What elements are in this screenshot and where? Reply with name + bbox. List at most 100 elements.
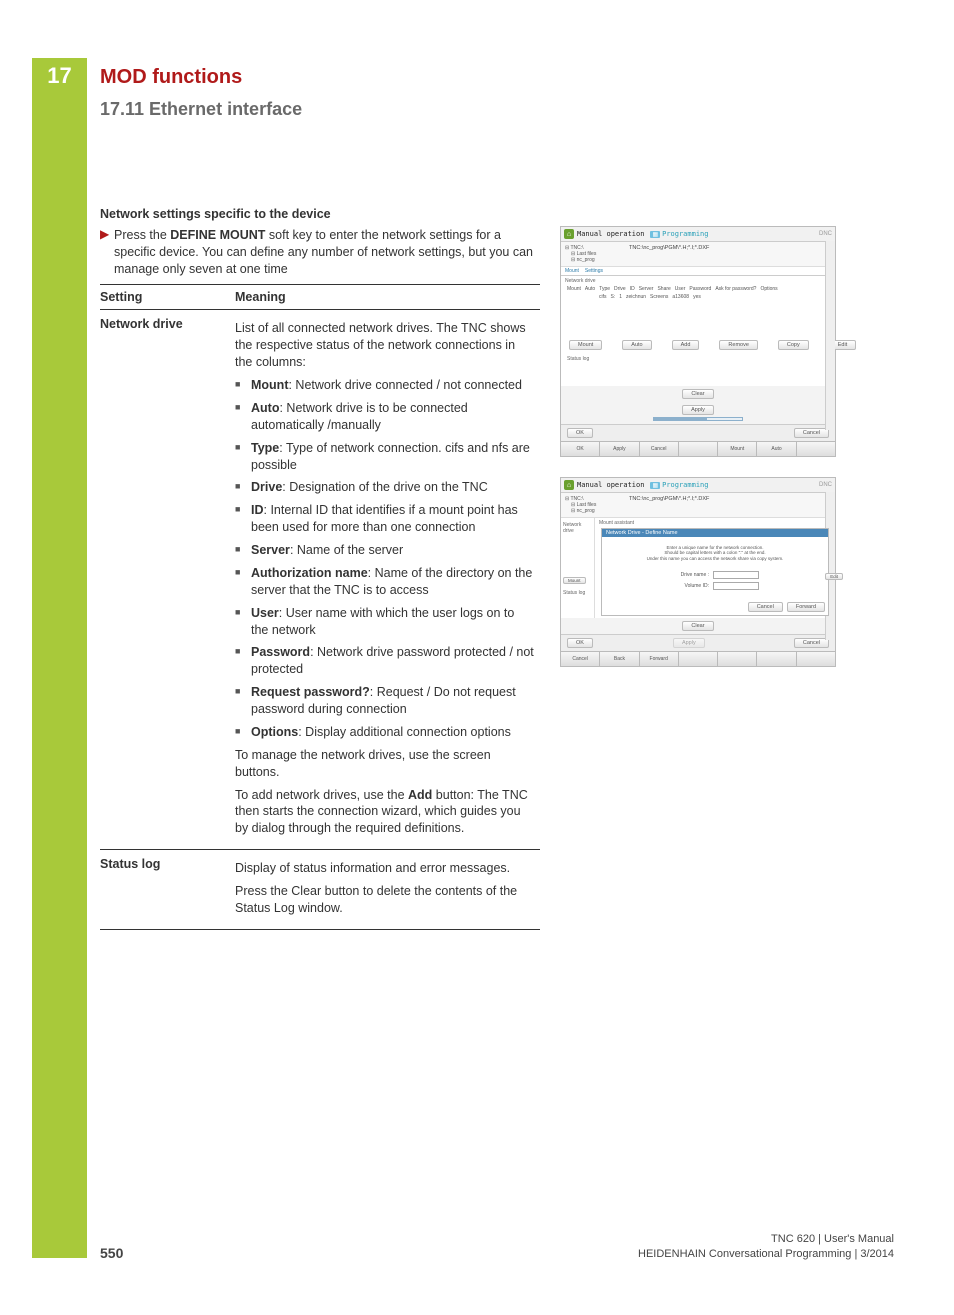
intro-text: Press the DEFINE MOUNT soft key to enter… bbox=[114, 227, 540, 278]
list-item: ■Authorization name: Name of the directo… bbox=[235, 565, 534, 599]
clear-button[interactable]: Clear bbox=[682, 621, 713, 631]
auto-button[interactable]: Auto bbox=[622, 340, 651, 350]
nd-intro: List of all connected network drives. Th… bbox=[235, 320, 534, 371]
footer-right: TNC 620 | User's Manual HEIDENHAIN Conve… bbox=[638, 1232, 894, 1261]
apply-button[interactable]: Apply bbox=[682, 405, 714, 415]
softkey[interactable]: Back bbox=[600, 652, 639, 666]
programming-icon: ▦ bbox=[650, 231, 660, 238]
cancel-button[interactable]: Cancel bbox=[794, 428, 829, 438]
softkey[interactable] bbox=[797, 652, 835, 666]
list-item: ■ID: Internal ID that identifies if a mo… bbox=[235, 502, 534, 536]
list-item: ■Password: Network drive password protec… bbox=[235, 644, 534, 678]
intro-pre: Press the bbox=[114, 228, 170, 242]
tab-mount[interactable]: Mount bbox=[565, 268, 579, 274]
remove-button[interactable]: Remove bbox=[719, 340, 757, 350]
list-item: ■Mount: Network drive connected / not co… bbox=[235, 377, 534, 394]
file-tree: ⊟ TNC:\ ⊟ Last files ⊟ nc_prog bbox=[565, 496, 627, 514]
side-green-bar bbox=[32, 58, 87, 1258]
ok-button[interactable]: OK bbox=[567, 428, 593, 438]
softkey[interactable] bbox=[679, 442, 718, 456]
col: Options bbox=[760, 286, 777, 292]
volume-id-field: Volume ID: bbox=[608, 582, 822, 590]
clear-button[interactable]: Clear bbox=[682, 389, 713, 399]
nd-bullet-list: ■Mount: Network drive connected / not co… bbox=[235, 377, 534, 741]
list-item: ■Request password?: Request / Do not req… bbox=[235, 684, 534, 718]
add-button[interactable]: Add bbox=[672, 340, 700, 350]
sl-p2: Press the Clear button to delete the con… bbox=[235, 883, 534, 917]
cell: a13608 bbox=[672, 294, 689, 300]
mount-button[interactable]: Mount bbox=[563, 577, 586, 584]
list-item: ■Drive: Designation of the drive on the … bbox=[235, 479, 534, 496]
drive-name-input[interactable] bbox=[713, 571, 759, 579]
field-label: Drive name : bbox=[671, 572, 709, 578]
sl-p1: Display of status information and error … bbox=[235, 860, 534, 877]
cancel-button[interactable]: Cancel bbox=[794, 638, 829, 648]
wizard-hint: Enter a unique name for the network conn… bbox=[608, 545, 822, 561]
list-item: ■Auto: Network drive is to be connected … bbox=[235, 400, 534, 434]
col: ID bbox=[630, 286, 635, 292]
copy-button[interactable]: Copy bbox=[778, 340, 809, 350]
softkey[interactable] bbox=[718, 652, 757, 666]
cell: cifs bbox=[599, 294, 607, 300]
softkey[interactable]: Cancel bbox=[640, 442, 679, 456]
cell: 1 bbox=[619, 294, 622, 300]
softkey[interactable]: Auto bbox=[757, 442, 796, 456]
list-item: ■Type: Type of network connection. cifs … bbox=[235, 440, 534, 474]
clear-row: Clear bbox=[561, 386, 835, 402]
chapter-title: MOD functions bbox=[100, 66, 302, 89]
term: User bbox=[251, 606, 279, 620]
dnc-label: DNC bbox=[819, 231, 832, 237]
wizard-forward-button[interactable]: Forward bbox=[787, 602, 825, 612]
screenshot-mount-setup: ⌂ Manual operation ▦ Programming DNC ⊟ T… bbox=[560, 226, 836, 457]
headings-block: MOD functions 17.11 Ethernet interface bbox=[100, 66, 302, 120]
th-meaning: Meaning bbox=[235, 284, 540, 310]
softkey[interactable] bbox=[679, 652, 718, 666]
title-bar: ⌂ Manual operation ▦ Programming DNC bbox=[561, 227, 835, 242]
col: Password bbox=[689, 286, 711, 292]
path-text: TNC:\nc_prog\PGM\*.H;*.I;*.DXF bbox=[629, 496, 831, 514]
ok-cancel-row: OK Cancel bbox=[561, 424, 835, 441]
term: Request password? bbox=[251, 685, 370, 699]
tab-settings[interactable]: Settings bbox=[585, 268, 603, 274]
term: Server bbox=[251, 543, 290, 557]
desc: : Designation of the drive on the TNC bbox=[282, 480, 487, 494]
softkey[interactable]: Cancel bbox=[561, 652, 600, 666]
wizard-panel: Network Drive - Define Name Enter a uniq… bbox=[601, 528, 829, 616]
softkey[interactable]: OK bbox=[561, 442, 600, 456]
edit-button[interactable]: Edit bbox=[825, 573, 843, 580]
volume-id-input[interactable] bbox=[713, 582, 759, 590]
square-icon: ■ bbox=[235, 377, 251, 391]
programming-text: Programming bbox=[662, 230, 708, 238]
field-label: Volume ID: bbox=[671, 583, 709, 589]
softkey[interactable]: Forward bbox=[640, 652, 679, 666]
screenshot-mount-assistant: ⌂ Manual operation ▦ Programming DNC ⊟ T… bbox=[560, 477, 836, 667]
softkey[interactable] bbox=[757, 652, 796, 666]
status-log-area bbox=[561, 362, 835, 386]
ok-button[interactable]: OK bbox=[567, 638, 593, 648]
footer-line1: TNC 620 | User's Manual bbox=[771, 1233, 894, 1245]
wizard-cancel-button[interactable]: Cancel bbox=[748, 602, 783, 612]
softkey[interactable] bbox=[797, 442, 835, 456]
network-drive-columns: Mount Auto Type Drive ID Server Share Us… bbox=[561, 286, 835, 294]
nd-manage-note: To manage the network drives, use the sc… bbox=[235, 747, 534, 781]
cell-status-log-label: Status log bbox=[100, 850, 235, 930]
mode-icon: ⌂ bbox=[564, 480, 574, 490]
file-tree: ⊟ TNC:\ ⊟ Last files ⊟ nc_prog bbox=[565, 245, 627, 263]
vertical-softkey-strip bbox=[825, 241, 835, 430]
softkey[interactable]: Mount bbox=[718, 442, 757, 456]
mount-button[interactable]: Mount bbox=[569, 340, 602, 350]
term: Drive bbox=[251, 480, 282, 494]
row-network-drive: Network drive List of all connected netw… bbox=[100, 310, 540, 850]
desc: : User name with which the user logs on … bbox=[251, 606, 514, 637]
nd-label: Network drive bbox=[563, 522, 592, 534]
list-item: ■Server: Name of the server bbox=[235, 542, 534, 559]
desc: : Network drive connected / not connecte… bbox=[288, 378, 521, 392]
mode-text: Manual operation bbox=[577, 481, 644, 489]
term: Options bbox=[251, 725, 298, 739]
subsection-title: Network settings specific to the device bbox=[100, 206, 540, 223]
tree-folder: nc_prog bbox=[577, 257, 595, 263]
softkey[interactable]: Apply bbox=[600, 442, 639, 456]
progress-bar bbox=[653, 417, 743, 421]
programming-icon: ▦ bbox=[650, 482, 660, 489]
hint-line: Under this name you can access the netwo… bbox=[608, 556, 822, 561]
